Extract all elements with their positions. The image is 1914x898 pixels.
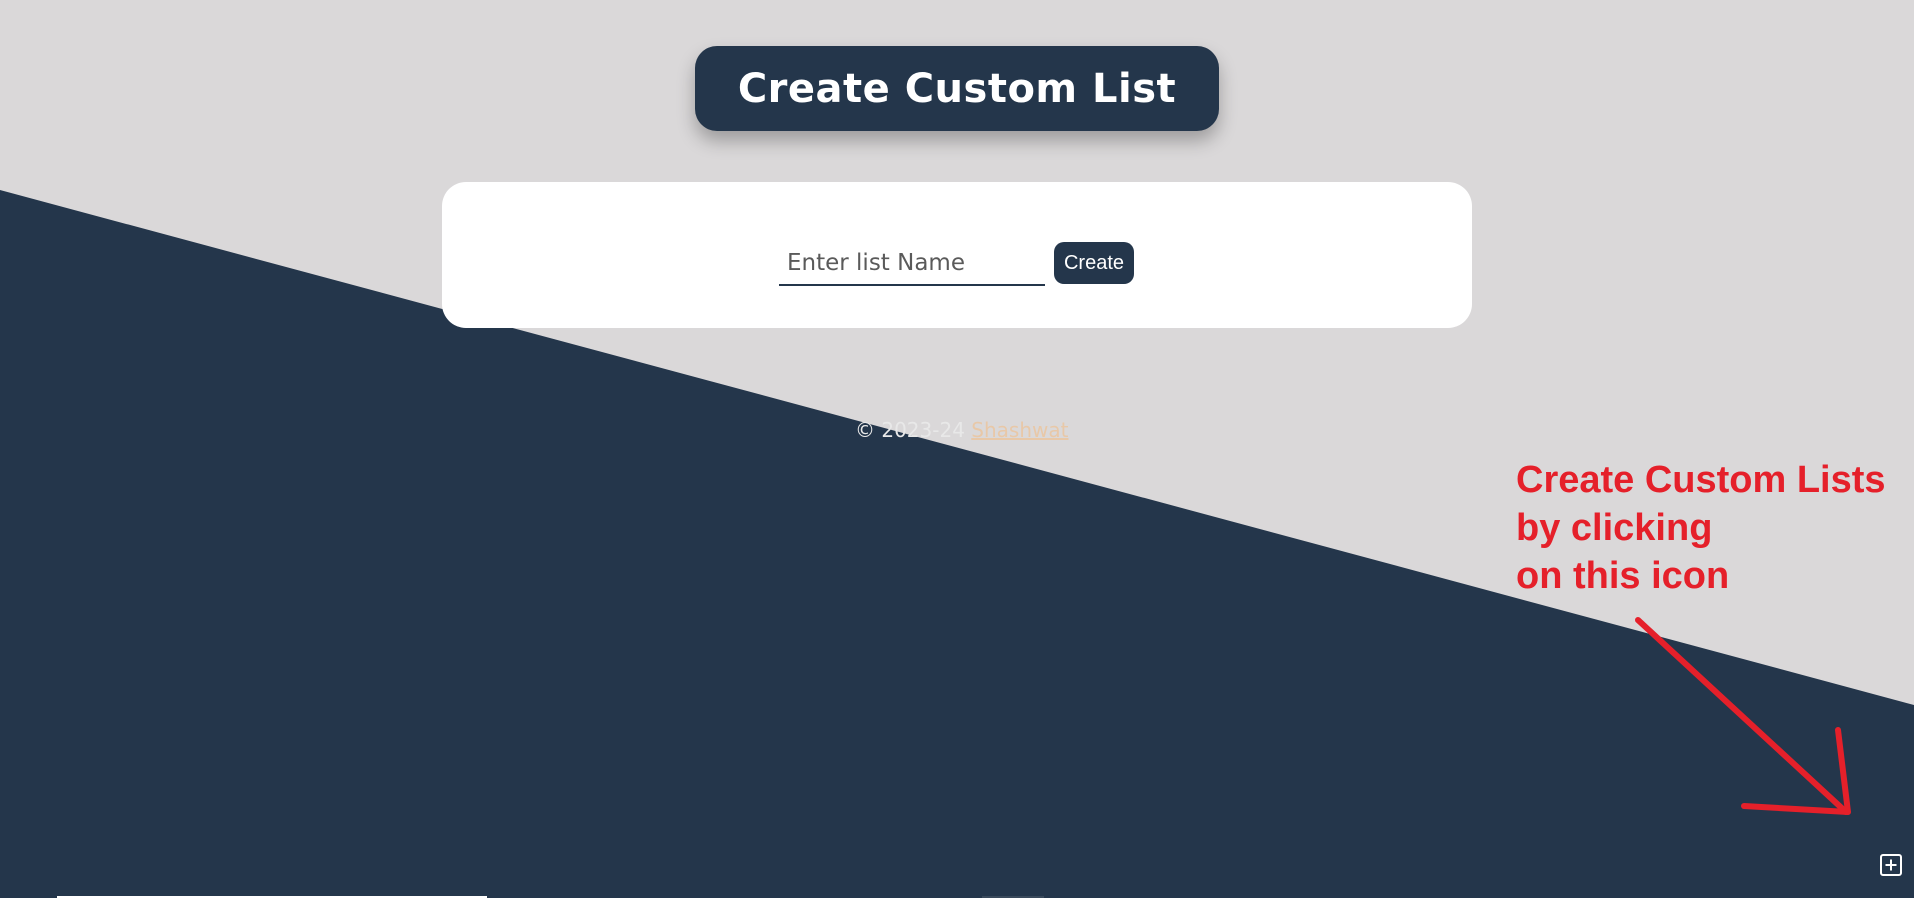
page-title: Create Custom List — [695, 46, 1219, 131]
list-name-input[interactable] — [779, 242, 1045, 286]
footer: © 2023-24 Shashwat — [855, 418, 1068, 442]
footer-copyright: © 2023-24 — [855, 418, 965, 442]
arrow-icon — [1700, 600, 1880, 840]
annotation-line-2: by clicking — [1516, 507, 1713, 549]
annotation-callout: Create Custom Lists by clicking on this … — [1516, 456, 1886, 600]
page: Create Custom List Create © 2023-24 Shas… — [0, 0, 1914, 898]
create-button[interactable]: Create — [1054, 242, 1134, 284]
annotation-line-3: on this icon — [1516, 555, 1730, 597]
footer-author-link[interactable]: Shashwat — [971, 418, 1068, 442]
annotation-line-1: Create Custom Lists — [1516, 459, 1886, 501]
arrow-shaft — [1738, 620, 1848, 815]
diagonal-background — [0, 190, 1914, 898]
plus-square-icon[interactable] — [1879, 853, 1903, 877]
